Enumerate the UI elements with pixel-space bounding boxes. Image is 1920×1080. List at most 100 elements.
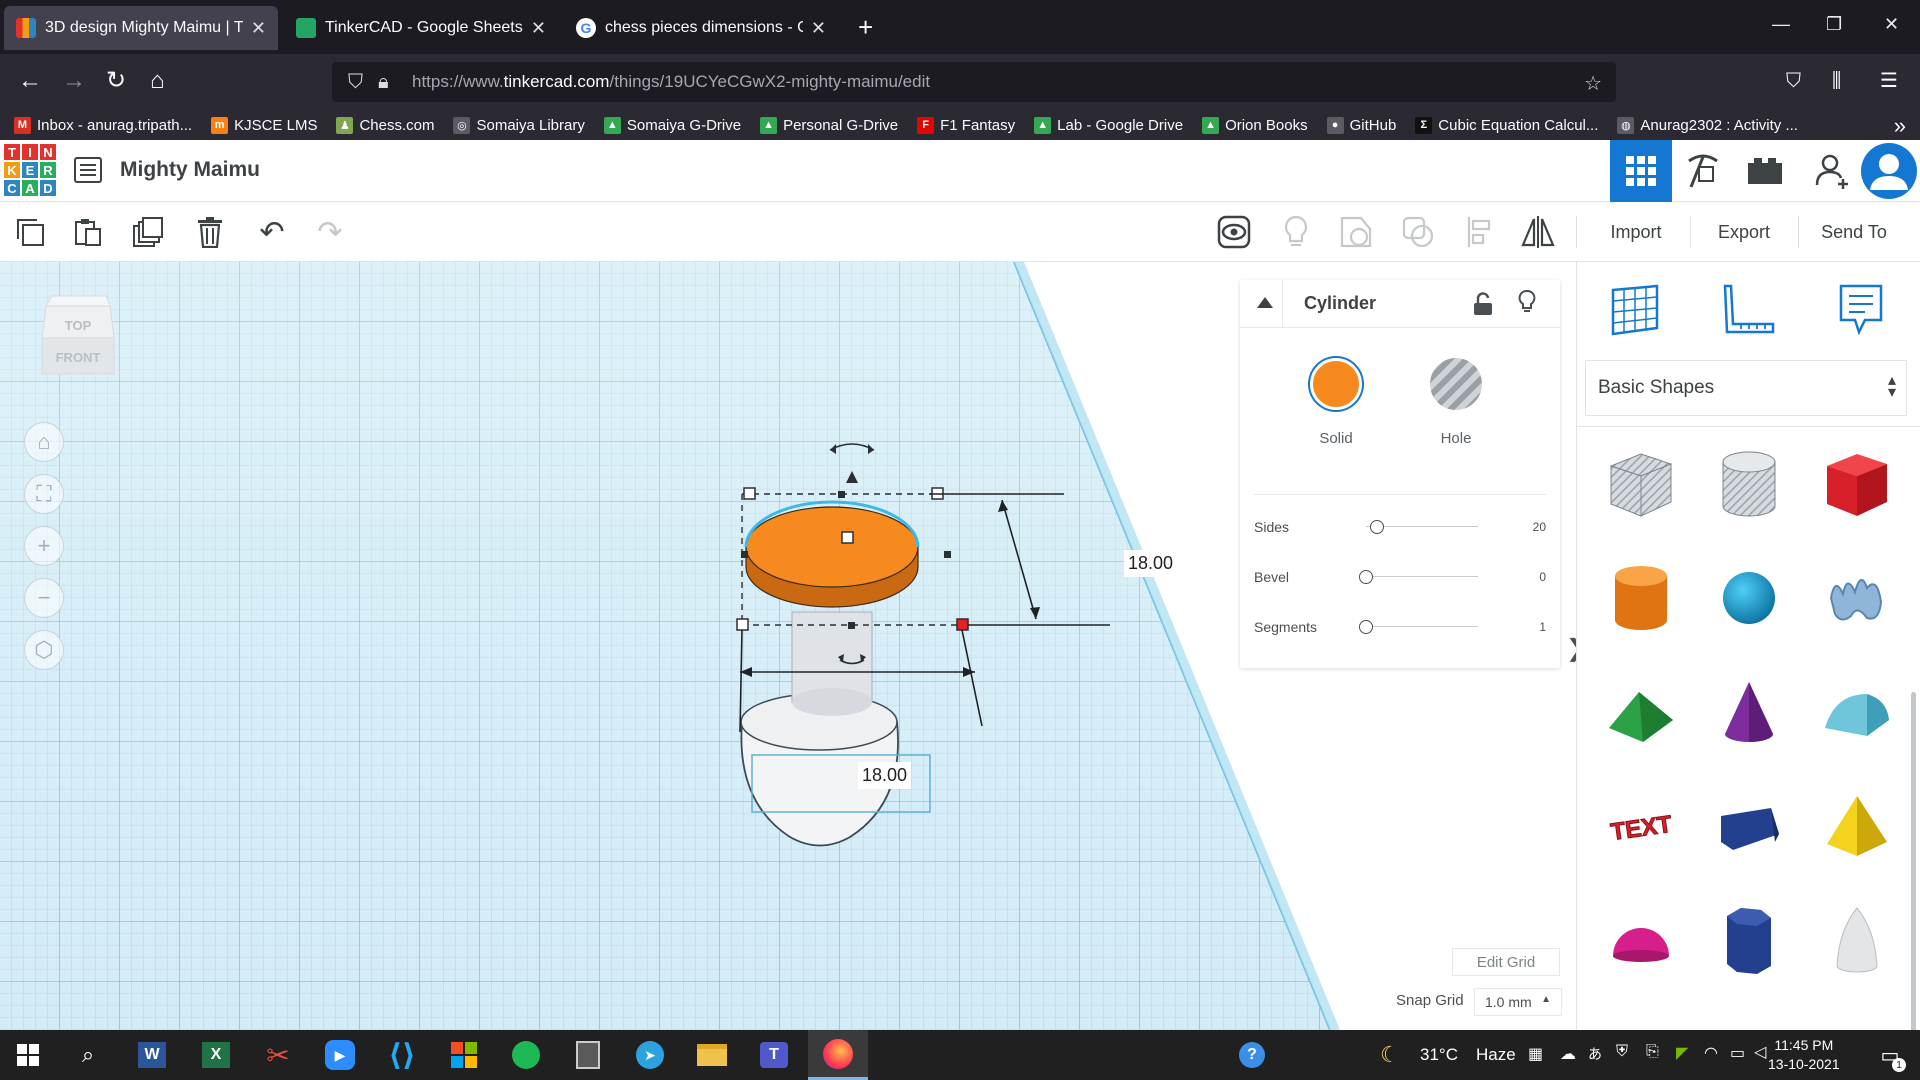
minimize-button[interactable]: — xyxy=(1772,14,1790,35)
mirror-button[interactable] xyxy=(1520,214,1556,250)
help-tray-icon[interactable]: ? xyxy=(1228,1030,1276,1080)
weather-description[interactable]: Haze xyxy=(1476,1045,1516,1065)
teams-app-icon[interactable]: T xyxy=(750,1030,798,1080)
vscode-app-icon[interactable]: ⟨⟩ xyxy=(378,1030,426,1080)
bookmarks-overflow-chevron-icon[interactable]: » xyxy=(1894,113,1906,139)
hole-swatch[interactable] xyxy=(1430,358,1482,410)
menu-hamburger-icon[interactable]: ☰ xyxy=(1880,66,1898,96)
restore-button[interactable]: ❐ xyxy=(1826,14,1842,35)
bookmark-item[interactable]: Σ Cubic Equation Calcul... xyxy=(1415,116,1598,134)
round-roof-shape[interactable] xyxy=(1817,672,1897,752)
onedrive-tray-icon[interactable]: ☁ xyxy=(1560,1044,1576,1064)
hexagonal-prism-shape[interactable] xyxy=(1709,900,1789,980)
snip-app-icon[interactable]: ✂ xyxy=(254,1030,302,1080)
firefox-app-icon[interactable] xyxy=(808,1030,868,1080)
box-shape[interactable] xyxy=(1817,444,1897,524)
collapse-up-icon[interactable] xyxy=(1256,296,1274,310)
close-tab-icon[interactable]: ✕ xyxy=(811,18,826,39)
scribble-shape[interactable] xyxy=(1817,558,1897,638)
cylinder-shape[interactable] xyxy=(1601,558,1681,638)
copy-button[interactable] xyxy=(12,214,48,250)
forward-arrow-icon[interactable]: → xyxy=(62,66,86,96)
cone-shape[interactable] xyxy=(1709,672,1789,752)
view-cube[interactable]: TOP FRONT xyxy=(40,292,120,380)
bricks-button[interactable] xyxy=(1734,140,1796,202)
user-avatar[interactable] xyxy=(1858,140,1920,202)
bookmark-item[interactable]: ▲ Personal G-Drive xyxy=(760,116,898,134)
address-bar[interactable]: ⛉ 🔒︎ https://www.tinkercad.com/things/19… xyxy=(332,62,1616,102)
bookmark-item[interactable]: ♟ Chess.com xyxy=(336,116,434,134)
pyramid-shape[interactable] xyxy=(1817,786,1897,866)
security-tray-icon[interactable]: ⛨ xyxy=(1616,1043,1628,1061)
text-shape[interactable]: TEXT xyxy=(1601,786,1681,866)
teams-tray-icon[interactable]: ▦ xyxy=(1528,1044,1543,1064)
word-app-icon[interactable]: W xyxy=(128,1030,176,1080)
bevel-slider-knob[interactable] xyxy=(1359,570,1373,584)
roof-shape[interactable] xyxy=(1601,672,1681,752)
shapes-scrollbar[interactable] xyxy=(1911,692,1916,1054)
home-view-button[interactable]: ⌂ xyxy=(24,422,64,462)
send-to-button[interactable]: Send To xyxy=(1804,210,1904,254)
solid-color-swatch[interactable] xyxy=(1310,358,1362,410)
system-clock[interactable]: 11:45 PM 13-10-2021 xyxy=(1768,1036,1840,1074)
store-app-icon[interactable] xyxy=(440,1030,488,1080)
ime-tray-icon[interactable]: あ xyxy=(1588,1044,1602,1064)
add-user-button[interactable] xyxy=(1802,140,1864,202)
bookmark-star-icon[interactable]: ☆ xyxy=(1584,71,1602,96)
bookmark-item[interactable]: M Inbox - anurag.tripath... xyxy=(14,116,192,134)
wifi-icon[interactable]: ◠ xyxy=(1704,1043,1718,1063)
bookmark-item[interactable]: ▲ Lab - Google Drive xyxy=(1034,116,1183,134)
tab-tinkercad[interactable]: 3D design Mighty Maimu | Tinkercad ✕ xyxy=(4,6,278,50)
close-window-button[interactable]: ✕ xyxy=(1884,14,1899,35)
blocks-button[interactable] xyxy=(1672,140,1734,202)
sides-value[interactable]: 20 xyxy=(1533,520,1546,534)
notification-center-button[interactable]: ▭ 1 xyxy=(1866,1030,1914,1080)
notes-icon[interactable] xyxy=(1831,280,1891,340)
search-icon[interactable]: ⌕ xyxy=(64,1030,112,1080)
telegram-app-icon[interactable]: ➤ xyxy=(626,1030,674,1080)
calculator-app-icon[interactable] xyxy=(564,1030,612,1080)
edit-grid-button[interactable]: Edit Grid xyxy=(1452,948,1560,976)
align-button[interactable] xyxy=(1462,214,1498,250)
bookmark-item[interactable]: ◍ Anurag2302 : Activity ... xyxy=(1617,116,1798,134)
home-icon[interactable]: ⌂ xyxy=(150,66,165,96)
tab-google-search[interactable]: G chess pieces dimensions - Google ✕ xyxy=(564,6,838,50)
excel-app-icon[interactable]: X xyxy=(192,1030,240,1080)
bookmark-item[interactable]: ▲ Somaiya G-Drive xyxy=(603,116,741,134)
nvidia-tray-icon[interactable]: ◤ xyxy=(1676,1043,1688,1063)
box-hole-shape[interactable] xyxy=(1601,444,1681,524)
zoom-in-button[interactable]: + xyxy=(24,526,64,566)
shield-icon[interactable]: ⛉ xyxy=(348,71,363,94)
bookmark-item[interactable]: ● GitHub xyxy=(1326,116,1396,134)
segments-slider-knob[interactable] xyxy=(1359,620,1373,634)
shape-category-select[interactable]: Basic Shapes ▴ ▾ xyxy=(1585,360,1907,416)
usb-tray-icon[interactable]: ⎘ xyxy=(1646,1043,1659,1061)
bevel-slider-track[interactable] xyxy=(1366,576,1478,577)
new-tab-button[interactable]: + xyxy=(858,12,873,43)
snap-grid-select[interactable]: 1.0 mm ▲ xyxy=(1474,988,1562,1016)
close-tab-icon[interactable]: ✕ xyxy=(531,18,546,39)
volume-icon[interactable]: ◁ xyxy=(1754,1042,1766,1062)
zoom-out-button[interactable]: − xyxy=(24,578,64,618)
paraboloid-shape[interactable] xyxy=(1817,900,1897,980)
project-title[interactable]: Mighty Maimu xyxy=(120,158,260,182)
show-all-button[interactable] xyxy=(1216,214,1252,250)
pocket-icon[interactable]: ⛉ xyxy=(1786,66,1801,96)
bookmark-item[interactable]: m KJSCE LMS xyxy=(211,116,317,134)
paste-button[interactable] xyxy=(70,214,106,250)
bookmark-item[interactable]: ◎ Somaiya Library xyxy=(453,116,585,134)
close-tab-icon[interactable]: ✕ xyxy=(251,18,266,39)
battery-icon[interactable]: ▭ xyxy=(1730,1043,1745,1063)
group-button[interactable] xyxy=(1338,214,1374,250)
spotify-app-icon[interactable] xyxy=(502,1030,550,1080)
sides-slider-knob[interactable] xyxy=(1370,520,1385,534)
unlock-icon[interactable] xyxy=(1472,292,1494,316)
undo-icon[interactable]: ↶ xyxy=(254,214,290,250)
workplane-icon[interactable] xyxy=(1605,280,1665,340)
ortho-view-button[interactable]: ⬡ xyxy=(24,630,64,670)
library-icon[interactable]: ⫼ xyxy=(1832,66,1841,96)
design-list-icon[interactable] xyxy=(74,157,102,183)
width-dimension-label[interactable]: 18.00 xyxy=(858,762,912,789)
lock-icon[interactable]: 🔒︎ xyxy=(378,71,389,94)
fit-view-button[interactable]: ⛶ xyxy=(24,474,64,514)
